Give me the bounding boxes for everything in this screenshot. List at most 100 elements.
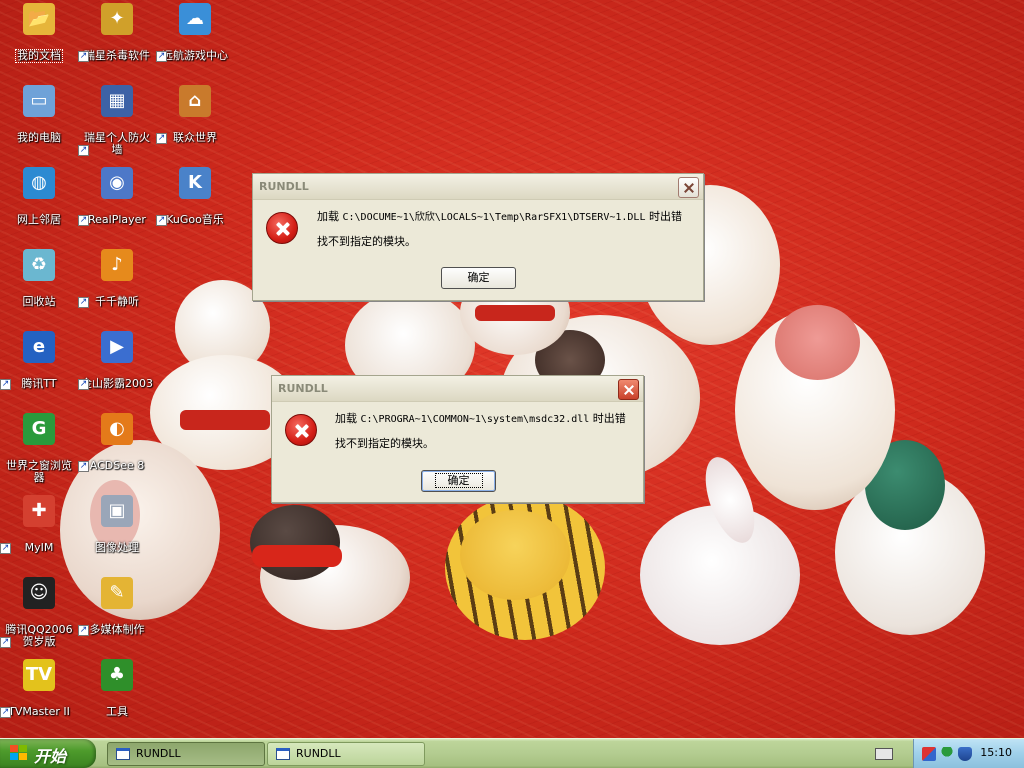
desktop-icon-17[interactable]: ☺ ↗ 腾讯QQ2006贺岁版 (0, 577, 78, 648)
program-icon: ♪ (101, 249, 133, 281)
umbrella-icon[interactable] (940, 747, 954, 761)
ok-button-label: 确定 (434, 473, 483, 488)
tiger-figurine (445, 495, 605, 640)
network-icon[interactable] (922, 747, 936, 761)
system-tray: 15:10 (913, 739, 1024, 768)
desktop-icon-label: 远航游戏中心 (162, 49, 228, 62)
program-icon: e (23, 331, 55, 363)
shield-icon[interactable] (958, 747, 972, 761)
program-icon: ▦ (101, 85, 133, 117)
program-icon: ♣ (101, 659, 133, 691)
rundll-dialog-2: RUNDLL 加载 C:\PROGRA~1\COMMON~1\system\ms… (271, 375, 644, 503)
desktop-icon-label: 回收站 (22, 295, 56, 308)
program-icon: ⌂ (179, 85, 211, 117)
program-icon: ♻ (23, 249, 55, 281)
message-prefix: 加载 (317, 210, 343, 223)
shortcut-arrow-icon: ↗ (78, 145, 89, 156)
program-icon: ☁ (179, 3, 211, 35)
desktop-icon-label: 金山影霸2003 (81, 377, 153, 390)
desktop-icon-0[interactable]: 📂 我的文档 (0, 3, 78, 63)
desktop-icon-4[interactable]: ▦ ↗ 瑞星个人防火墙 (78, 85, 156, 156)
desktop-icon-label: RealPlayer (88, 213, 146, 226)
desktop-icon-label: 网上邻居 (17, 213, 61, 226)
desktop-icon-label: 千千静听 (95, 295, 139, 308)
desktop-icon-15[interactable]: ✚ ↗ MyIM (0, 495, 78, 554)
desktop-icon-label: MyIM (24, 541, 54, 554)
desktop-icon-9[interactable]: ♻ 回收站 (0, 249, 78, 308)
desktop-icon-label: 多媒体制作 (89, 623, 145, 636)
desktop-icon-label: TVMaster II (8, 705, 70, 718)
shortcut-arrow-icon: ↗ (78, 215, 89, 226)
close-icon[interactable] (618, 379, 639, 400)
message-path: C:\DOCUME~1\欣欣\LOCALS~1\Temp\RarSFX1\DTS… (342, 212, 646, 223)
shortcut-arrow-icon: ↗ (156, 51, 167, 62)
desktop-icon-label: 瑞星杀毒软件 (84, 49, 150, 62)
close-icon[interactable] (678, 177, 699, 198)
desktop-icon-10[interactable]: ♪ ↗ 千千静听 (78, 249, 156, 308)
windows-logo-icon (10, 745, 28, 762)
desktop-icon-7[interactable]: ◉ ↗ RealPlayer (78, 167, 156, 226)
error-icon (285, 414, 317, 446)
clock[interactable]: 15:10 (980, 746, 1012, 759)
program-icon: ✚ (23, 495, 55, 527)
desktop-icon-label: 腾讯QQ2006贺岁版 (5, 623, 73, 648)
desktop-icon-label: 腾讯TT (21, 377, 57, 390)
window-icon (276, 748, 290, 760)
desktop-icon-label: 我的电脑 (17, 131, 61, 144)
desktop-icon-2[interactable]: ☁ ↗ 远航游戏中心 (156, 3, 234, 62)
desktop-icon-label: 联众世界 (173, 131, 217, 144)
rundll-dialog-1: RUNDLL 加载 C:\DOCUME~1\欣欣\LOCALS~1\Temp\R… (252, 173, 704, 301)
program-icon: ☺ (23, 577, 55, 609)
desktop-icon-1[interactable]: ✦ ↗ 瑞星杀毒软件 (78, 3, 156, 62)
start-label: 开始 (34, 747, 67, 766)
ok-button[interactable]: 确定 (421, 470, 496, 492)
program-icon: 📂 (23, 3, 55, 35)
desktop-icon-5[interactable]: ⌂ ↗ 联众世界 (156, 85, 234, 144)
desktop-icon-6[interactable]: ◍ 网上邻居 (0, 167, 78, 226)
shortcut-arrow-icon: ↗ (0, 543, 11, 554)
shortcut-arrow-icon: ↗ (0, 379, 11, 390)
dialog-message: 加载 C:\DOCUME~1\欣欣\LOCALS~1\Temp\RarSFX1\… (317, 205, 682, 254)
program-icon: TV (23, 659, 55, 691)
ok-button-label: 确定 (467, 271, 490, 284)
error-icon (266, 212, 298, 244)
shortcut-arrow-icon: ↗ (156, 133, 167, 144)
shortcut-arrow-icon: ↗ (156, 215, 167, 226)
program-icon: ✎ (101, 577, 133, 609)
desktop-icon-label: 工具 (106, 705, 128, 718)
shortcut-arrow-icon: ↗ (78, 461, 89, 472)
desktop-icon-19[interactable]: TV ↗ TVMaster II (0, 659, 78, 718)
desktop-icon-11[interactable]: e ↗ 腾讯TT (0, 331, 78, 390)
message-suffix: 时出错 (645, 210, 682, 223)
desktop-icon-label: 世界之窗浏览器 (6, 459, 72, 484)
desktop-icon-label: 图像处理 (95, 541, 139, 554)
taskbar-item-rundll-2[interactable]: RUNDLL (267, 742, 425, 766)
shortcut-arrow-icon: ↗ (78, 51, 89, 62)
desktop-icon-20[interactable]: ♣ 工具 (78, 659, 156, 718)
shortcut-arrow-icon: ↗ (78, 625, 89, 636)
desktop-icon-16[interactable]: ▣ 图像处理 (78, 495, 156, 554)
desktop-icon-14[interactable]: ◐ ↗ ACDSee 8 (78, 413, 156, 472)
desktop-icon-12[interactable]: ▶ ↗ 金山影霸2003 (78, 331, 156, 390)
ok-button[interactable]: 确定 (441, 267, 516, 289)
shortcut-arrow-icon: ↗ (0, 637, 11, 648)
dialog-titlebar[interactable]: RUNDLL (272, 376, 643, 402)
desktop-icon-8[interactable]: K ↗ KuGoo音乐 (156, 167, 234, 226)
message-line-1: 加载 C:\PROGRA~1\COMMON~1\system\msdc32.dl… (335, 407, 626, 432)
desktop-icon-18[interactable]: ✎ ↗ 多媒体制作 (78, 577, 156, 636)
shortcut-arrow-icon: ↗ (0, 707, 11, 718)
message-line-1: 加载 C:\DOCUME~1\欣欣\LOCALS~1\Temp\RarSFX1\… (317, 205, 682, 230)
desktop-icon-3[interactable]: ▭ 我的电脑 (0, 85, 78, 144)
message-path: C:\PROGRA~1\COMMON~1\system\msdc32.dll (360, 414, 590, 425)
taskbar-item-label: RUNDLL (136, 747, 181, 760)
dialog-titlebar[interactable]: RUNDLL (253, 174, 703, 200)
desktop-icon-13[interactable]: G 世界之窗浏览器 (0, 413, 78, 484)
window-icon (116, 748, 130, 760)
taskbar-item-label: RUNDLL (296, 747, 341, 760)
keyboard-icon[interactable] (875, 748, 893, 760)
program-icon: ✦ (101, 3, 133, 35)
taskbar-item-rundll-1[interactable]: RUNDLL (107, 742, 265, 766)
start-button[interactable]: 开始 (0, 739, 96, 768)
desktop-icon-label: KuGoo音乐 (166, 213, 224, 226)
message-line-2: 找不到指定的模块。 (335, 437, 434, 450)
